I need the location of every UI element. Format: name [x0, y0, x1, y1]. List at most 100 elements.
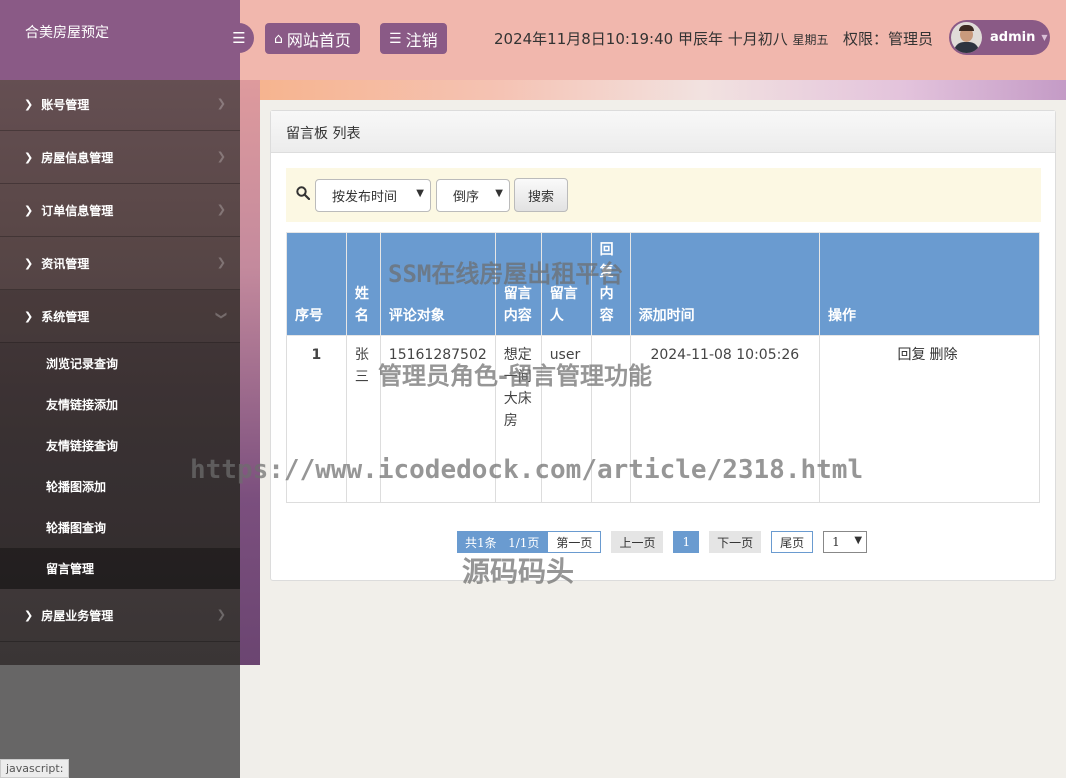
- sidebar-item-label: 账号管理: [41, 97, 90, 112]
- sidebar-item-news[interactable]: ❯ 资讯管理 ❯: [0, 237, 240, 290]
- pager-current-page[interactable]: 1: [673, 531, 700, 553]
- sidebar-subitem-add-carousel[interactable]: 轮播图添加: [0, 466, 240, 507]
- status-bar-url: javascript:: [0, 759, 70, 778]
- pager-first-button[interactable]: 第一页: [547, 531, 602, 553]
- sort-order-select[interactable]: 倒序 ▼: [436, 179, 510, 212]
- chevron-down-icon: ▼: [854, 535, 863, 546]
- home-icon: ⌂: [274, 30, 283, 47]
- list-icon: ☰: [389, 30, 402, 47]
- table-header-row: 序号 姓名 评论对象 留言内容 留言人 回复内容 添加时间 操作: [286, 232, 1040, 336]
- cell-reply: [590, 335, 631, 503]
- sidebar-subitem-browse-history[interactable]: 浏览记录查询: [0, 343, 240, 384]
- menu-icon: ☰: [232, 29, 246, 47]
- chevron-right-icon: ❯: [216, 150, 226, 163]
- sidebar-item-label: 房屋信息管理: [41, 150, 114, 165]
- home-button-label: 网站首页: [286, 30, 351, 50]
- sidebar-subitem-label: 轮播图添加: [46, 480, 107, 494]
- role-text: 权限：管理员: [843, 30, 934, 48]
- sidebar-item-label: 订单信息管理: [41, 203, 114, 218]
- chevron-down-icon: ❯: [214, 310, 228, 321]
- avatar: [951, 22, 982, 53]
- sidebar-subitem-messages[interactable]: 留言管理: [0, 548, 240, 589]
- panel-title: 留言板 列表: [271, 111, 1055, 153]
- sidebar-subitem-label: 友情链接查询: [46, 439, 119, 453]
- cell-name: 张三: [345, 335, 381, 503]
- chevron-right-icon: ❯: [24, 150, 34, 164]
- caret-down-icon: ▼: [1041, 33, 1048, 42]
- brand-title: 合美房屋预定: [0, 0, 240, 80]
- datetime-display: 2024年11月8日10:19:40 甲辰年 十月初八 星期五: [494, 28, 829, 49]
- search-button[interactable]: 搜索: [514, 178, 568, 212]
- pager-last-button[interactable]: 尾页: [771, 531, 814, 553]
- home-button[interactable]: ⌂ 网站首页: [265, 23, 360, 54]
- chevron-right-icon: ❯: [24, 203, 34, 217]
- pager-total: 共1条 1/1页: [457, 531, 548, 553]
- sort-order-value: 倒序: [453, 190, 480, 205]
- username: admin: [990, 30, 1036, 45]
- sidebar-item-house-business[interactable]: ❯ 房屋业务管理 ❯: [0, 589, 240, 642]
- cell-time: 2024-11-08 10:05:26: [629, 335, 821, 503]
- sidebar: 合美房屋预定 ❯ 账号管理 ❯ ❯ 房屋信息管理 ❯ ❯ 订单信息管理 ❯ ❯ …: [0, 0, 240, 778]
- column-header: 留言内容: [494, 232, 542, 336]
- chevron-right-icon: ❯: [216, 256, 226, 269]
- main-content: 留言板 列表 按发布时间 ▼ 倒序 ▼ 搜索 序号 姓名 评论对象 留言内容 留…: [260, 100, 1066, 778]
- pagination: 共1条 1/1页 第一页 上一页 1 下一页 尾页 1 ▼: [457, 531, 868, 553]
- chevron-right-icon: ❯: [216, 203, 226, 216]
- weekday-text: 星期五: [792, 33, 829, 47]
- chevron-right-icon: ❯: [24, 608, 34, 622]
- sidebar-subitem-add-link[interactable]: 友情链接添加: [0, 384, 240, 425]
- pager-select-value: 1: [832, 535, 840, 549]
- delete-link[interactable]: 删除: [930, 347, 958, 363]
- sidebar-toggle-button[interactable]: ☰: [224, 23, 254, 53]
- message-board-panel: 留言板 列表 按发布时间 ▼ 倒序 ▼ 搜索 序号 姓名 评论对象 留言内容 留…: [270, 110, 1056, 581]
- sidebar-item-account[interactable]: ❯ 账号管理 ❯: [0, 78, 240, 131]
- top-header: ⌂ 网站首页 ☰ 注销 2024年11月8日10:19:40 甲辰年 十月初八 …: [240, 0, 1066, 80]
- reply-link[interactable]: 回复: [898, 347, 926, 363]
- chevron-right-icon: ❯: [24, 97, 34, 111]
- logout-button-label: 注销: [405, 30, 438, 50]
- chevron-right-icon: ❯: [216, 97, 226, 110]
- logout-button[interactable]: ☰ 注销: [380, 23, 447, 54]
- sidebar-item-system[interactable]: ❯ 系统管理 ❯: [0, 290, 240, 343]
- table-row: 1 张三 15161287502 想定一间大床房 user 2024-11-08…: [286, 335, 1040, 503]
- cell-content: 想定一间大床房: [494, 335, 542, 503]
- sidebar-item-label: 房屋业务管理: [41, 608, 114, 623]
- sort-field-select[interactable]: 按发布时间 ▼: [315, 179, 431, 212]
- sidebar-item-label: 系统管理: [41, 309, 90, 324]
- sidebar-item-house-info[interactable]: ❯ 房屋信息管理 ❯: [0, 131, 240, 184]
- sidebar-subitem-label: 友情链接添加: [46, 398, 119, 412]
- sidebar-subitem-query-link[interactable]: 友情链接查询: [0, 425, 240, 466]
- sidebar-subitem-label: 留言管理: [46, 562, 95, 576]
- pager-page-count: 1/1页: [508, 535, 540, 550]
- sidebar-item-orders[interactable]: ❯ 订单信息管理 ❯: [0, 184, 240, 237]
- sidebar-item-label: 资讯管理: [41, 256, 90, 271]
- user-menu[interactable]: admin ▼: [949, 20, 1050, 55]
- column-header: 添加时间: [629, 232, 821, 336]
- cell-index: 1: [286, 335, 347, 503]
- column-header: 操作: [819, 232, 1040, 336]
- chevron-right-icon: ❯: [24, 256, 34, 270]
- chevron-down-icon: ▼: [416, 188, 424, 199]
- message-table: 序号 姓名 评论对象 留言内容 留言人 回复内容 添加时间 操作 1 张三 15…: [286, 232, 1040, 503]
- cell-author: user: [540, 335, 592, 503]
- column-header: 序号: [286, 232, 347, 336]
- header-gradient-bar: [260, 80, 1066, 102]
- search-icon: [296, 186, 310, 200]
- chevron-down-icon: ▼: [495, 188, 503, 199]
- column-header: 姓名: [345, 232, 381, 336]
- column-header: 评论对象: [379, 232, 496, 336]
- column-header: 留言人: [540, 232, 592, 336]
- search-bar: 按发布时间 ▼ 倒序 ▼ 搜索: [286, 168, 1041, 222]
- cell-actions: 回复 删除: [819, 335, 1040, 503]
- pager-next-button[interactable]: 下一页: [709, 531, 762, 553]
- chevron-right-icon: ❯: [24, 309, 34, 323]
- sidebar-nav: ❯ 账号管理 ❯ ❯ 房屋信息管理 ❯ ❯ 订单信息管理 ❯ ❯ 资讯管理 ❯ …: [0, 78, 240, 642]
- pager-total-count: 共1条: [465, 535, 497, 550]
- pager-prev-button[interactable]: 上一页: [611, 531, 664, 553]
- column-header: 回复内容: [590, 232, 631, 336]
- pager-page-select[interactable]: 1 ▼: [823, 531, 868, 553]
- sidebar-subitem-label: 浏览记录查询: [46, 357, 119, 371]
- sidebar-subitem-query-carousel[interactable]: 轮播图查询: [0, 507, 240, 548]
- sidebar-submenu-system: 浏览记录查询 友情链接添加 友情链接查询 轮播图添加 轮播图查询 留言管理: [0, 343, 240, 589]
- cell-target: 15161287502: [379, 335, 496, 503]
